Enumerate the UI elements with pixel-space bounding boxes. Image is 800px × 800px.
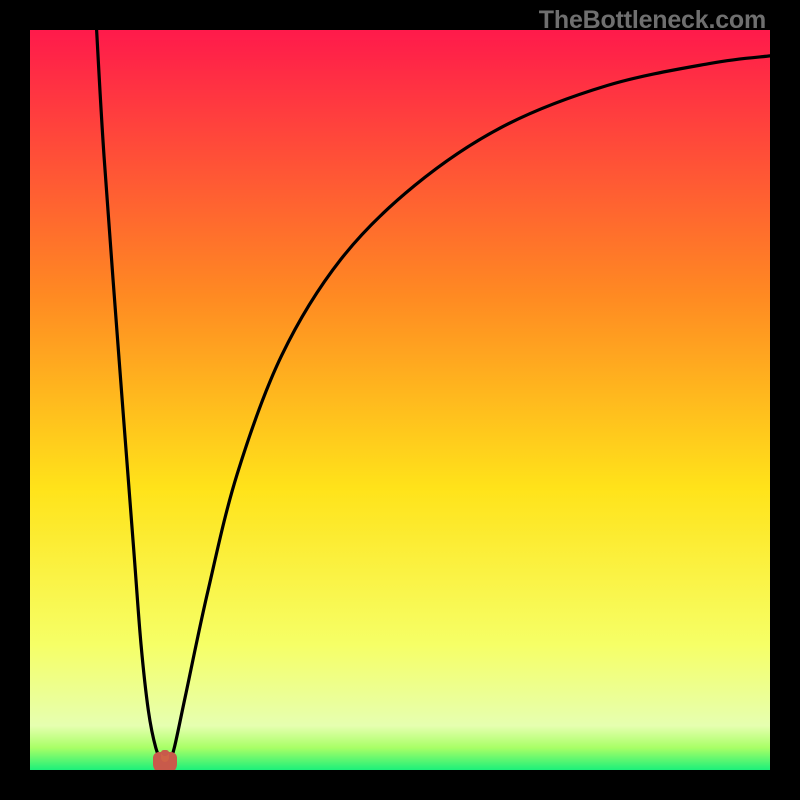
bottleneck-chart [30, 30, 770, 770]
outer-frame: TheBottleneck.com [0, 0, 800, 800]
plot-area [30, 30, 770, 770]
optimal-point-marker [153, 752, 177, 770]
